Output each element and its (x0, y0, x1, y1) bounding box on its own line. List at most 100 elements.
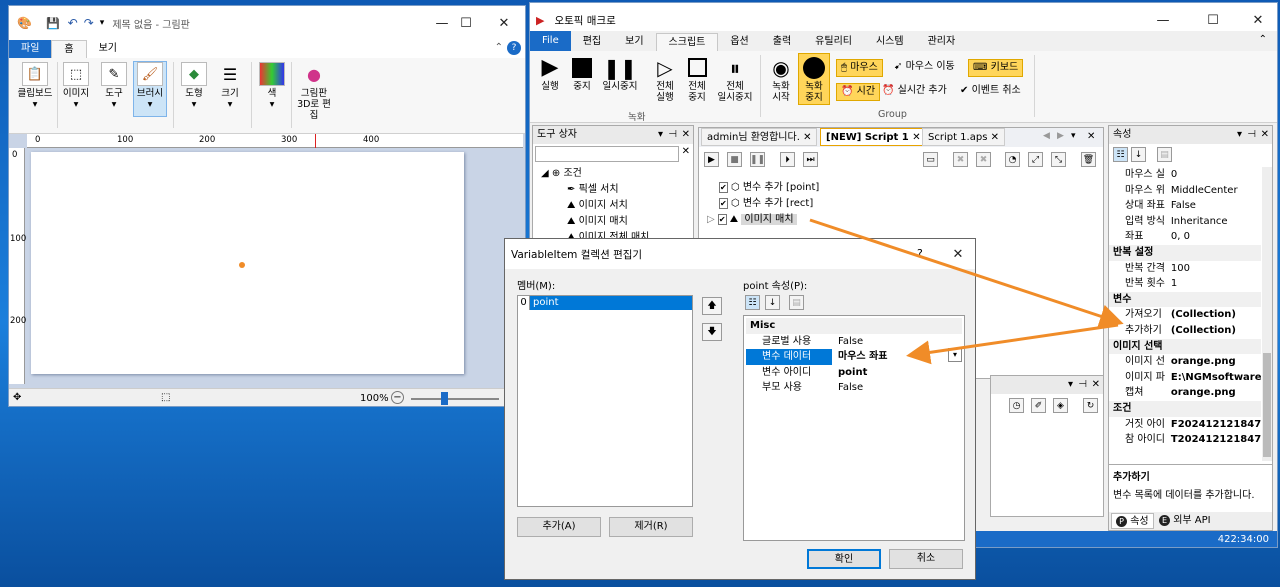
color-button[interactable]: 색 ▾ (255, 62, 289, 110)
tree-item-image-match[interactable]: ⛰ 이미지 매치 (541, 214, 649, 230)
tab-script[interactable]: 스크립트 (655, 33, 719, 51)
ok-button[interactable]: 확인 (807, 549, 881, 569)
delete-all-icon[interactable]: ✖ (976, 152, 991, 167)
dropdown-arrow-icon[interactable]: ▾ (948, 348, 962, 362)
tab-view[interactable]: 보기 (87, 40, 129, 58)
tab-utility[interactable]: 유틸리티 (803, 33, 864, 51)
size-button[interactable]: ☰ 크기 ▾ (213, 62, 247, 110)
ribbon-collapse-icon[interactable]: ⌃ (495, 42, 503, 53)
categorized-icon[interactable]: ☷ (1113, 147, 1128, 162)
property-row[interactable]: 가져오기 (Collection) (1109, 307, 1261, 323)
dropdown-icon[interactable]: ▾ (658, 126, 663, 144)
checkbox-checked-icon[interactable]: ✔ (717, 214, 727, 225)
time-toggle[interactable]: ⏰ 시간 (836, 83, 881, 101)
close-icon[interactable]: ✕ (682, 126, 690, 144)
property-row[interactable]: 좌표 0, 0 (1109, 229, 1261, 245)
property-row[interactable]: 변수 아이디 point (746, 365, 962, 381)
close-icon[interactable]: ✕ (481, 6, 525, 40)
close-icon[interactable]: ✕ (991, 132, 999, 143)
pin-icon[interactable]: ⊣ (1247, 126, 1256, 144)
property-row[interactable]: 반복 횟수 1 (1109, 276, 1261, 292)
property-row[interactable]: 마우스 위치 MiddleCenter (1109, 183, 1261, 199)
close-icon[interactable]: ✕ (1261, 126, 1269, 144)
zoom-out-icon[interactable]: − (391, 391, 404, 404)
script-item[interactable]: ✔ ⬡ 변수 추가 [point] (707, 180, 819, 196)
quick-access-dropdown-icon[interactable]: ▾ (100, 18, 105, 28)
move-down-button[interactable]: 🡇 (702, 323, 722, 341)
image-button[interactable]: ⬚ 이미지 ▾ (59, 62, 93, 110)
property-row[interactable]: 캡쳐 orange.png (1109, 385, 1261, 401)
stop-all-button[interactable]: 전체 중지 (682, 55, 712, 103)
close-icon[interactable]: ✕ (912, 132, 920, 143)
properties-scrollbar[interactable] (1262, 167, 1272, 461)
realtime-add-toggle[interactable]: ⏰ 실시간 추가 (882, 83, 947, 101)
property-row[interactable]: 변수 데이터 마우스 좌표 (746, 349, 962, 365)
clock-icon[interactable]: ◷ (1009, 398, 1024, 413)
mouse-move-toggle[interactable]: ➹ 마우스 이동 (894, 59, 955, 77)
tools-button[interactable]: ✎ 도구 ▾ (97, 62, 131, 110)
tree-node-condition[interactable]: ◢ ⊕ 조건 (541, 166, 649, 182)
run-to-icon[interactable]: ⏭ (803, 152, 818, 167)
help-button[interactable]: ? (917, 247, 923, 260)
tab-options[interactable]: 옵션 (718, 33, 760, 51)
expand-arrow-icon[interactable]: ▷ (707, 214, 715, 225)
record-stop-button[interactable]: 녹화 중지 (798, 53, 830, 105)
checkbox-checked-icon[interactable]: ✔ (719, 182, 728, 193)
shapes-button[interactable]: ◆ 도형 ▾ (177, 62, 211, 110)
property-row[interactable]: 이미지 파일 E:\NGMsoftware (1109, 370, 1261, 386)
members-list[interactable]: 0 point (517, 295, 693, 507)
delete-icon[interactable]: ✖ (953, 152, 968, 167)
dropdown-icon[interactable]: ▾ (1068, 376, 1073, 394)
property-row[interactable]: 거짓 아이디 F20241212184711 (1109, 417, 1261, 433)
tab-properties[interactable]: P 속성 (1111, 513, 1154, 529)
ribbon-collapse-icon[interactable]: ⌃ (1259, 34, 1267, 45)
tab-view[interactable]: 보기 (613, 33, 655, 51)
alphabetical-icon[interactable]: ↓ (765, 295, 780, 310)
tab-output[interactable]: 출력 (761, 33, 803, 51)
bucket-icon[interactable]: ◈ (1053, 398, 1068, 413)
script-item-selected[interactable]: ▷ ✔ ⛰ 이미지 매치 (707, 212, 819, 228)
property-pages-icon[interactable]: ▤ (789, 295, 804, 310)
checkbox-checked-icon[interactable]: ✔ (719, 198, 728, 209)
move-up-button[interactable]: 🡅 (702, 297, 722, 315)
refresh-icon[interactable]: ↻ (1083, 398, 1098, 413)
tab-home[interactable]: 홈 (51, 40, 87, 58)
tab-script-file[interactable]: Script 1.aps ✕ (922, 128, 1005, 146)
toolbox-search[interactable] (535, 146, 679, 162)
pause-all-button[interactable]: ⏸ 전체 일시중지 (714, 55, 756, 103)
property-category[interactable]: 이미지 선택 (1109, 338, 1261, 355)
alphabetical-icon[interactable]: ↓ (1131, 147, 1146, 162)
dropdown-icon[interactable]: ▾ (1237, 126, 1242, 144)
stop-icon[interactable]: ■ (727, 152, 742, 167)
close-icon[interactable]: ✕ (935, 239, 975, 269)
scrollbar-thumb[interactable] (1263, 353, 1271, 457)
pin-icon[interactable]: ⊣ (668, 126, 677, 144)
pause-icon[interactable]: ❚❚ (750, 152, 765, 167)
clipboard-button[interactable]: 📋 클립보드 ▾ (13, 62, 57, 110)
property-row[interactable]: 참 아이디 T20241212184711 (1109, 432, 1261, 448)
tab-new-script[interactable]: [NEW] Script 1 ✕ (820, 128, 927, 146)
zoom-slider-thumb[interactable] (440, 392, 448, 405)
undo-icon[interactable]: ↶ (68, 16, 78, 30)
brush-icon[interactable]: ✐ (1031, 398, 1046, 413)
property-row[interactable]: 마우스 실행 0 (1109, 167, 1261, 183)
property-row[interactable]: 글로벌 사용 False (746, 334, 962, 350)
mouse-toggle[interactable]: 🖱 마우스 (836, 59, 883, 77)
property-category[interactable]: Misc (746, 318, 962, 334)
tree-item-pixel-search[interactable]: ✒ 픽셀 서치 (541, 182, 649, 198)
stop-button[interactable]: 중지 (568, 55, 596, 92)
add-button[interactable]: 추가(A) (517, 517, 601, 537)
tab-scroll-left-icon[interactable]: ◀ (1043, 131, 1050, 141)
run-button[interactable]: ▶ 실행 (536, 55, 564, 92)
event-cancel-button[interactable]: ✔ 이벤트 취소 (960, 83, 1021, 101)
property-category[interactable]: 조건 (1109, 400, 1261, 417)
property-row[interactable]: 상대 좌표 False (1109, 198, 1261, 214)
step-icon[interactable]: ⏵ (780, 152, 795, 167)
tab-edit[interactable]: 편집 (571, 33, 613, 51)
paint-canvas[interactable] (31, 152, 464, 374)
script-item[interactable]: ✔ ⬡ 변수 추가 [rect] (707, 196, 819, 212)
expand-icon[interactable]: ⤢ (1028, 152, 1043, 167)
tab-welcome[interactable]: admin님 환영합니다. ✕ (701, 128, 818, 146)
screen-icon[interactable]: ▭ (923, 152, 938, 167)
property-row[interactable]: 입력 방식 Inheritance (1109, 214, 1261, 230)
